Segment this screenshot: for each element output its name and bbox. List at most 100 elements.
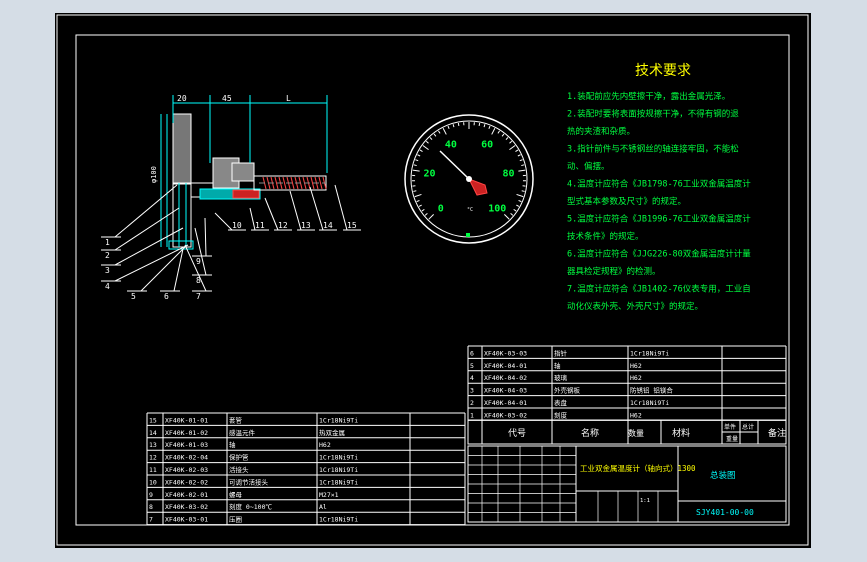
header-1: 名称 <box>581 427 599 439</box>
bom-cell-4-3: H62 <box>630 374 642 382</box>
balloon-11: 11 <box>255 221 265 230</box>
bom-cell-9-1: XF40K-02-01 <box>165 491 208 499</box>
header-2: 数量 <box>628 428 644 438</box>
balloon-12: 12 <box>278 221 288 230</box>
tech-line-6-2: 器具检定规程》的检测。 <box>567 266 661 277</box>
bom-cell-3-2: 外壳钢板 <box>554 386 581 395</box>
bom-cell-13-2: 轴 <box>229 440 236 449</box>
bom-cell-2-1: XF40K-04-01 <box>484 399 527 407</box>
dial-gauge: 0 20 40 60 80 100 °C <box>404 114 534 244</box>
tech-line-2-1: 2.装配时要将表面按规擦干净，不得有钢的退 <box>567 109 739 120</box>
balloon-6: 6 <box>164 292 169 301</box>
tech-requirements: 技术要求 1.装配前应先内壁擦干净，露出金属光泽。 2.装配时要将表面按规擦干净，… <box>567 63 751 312</box>
tech-line-7-2: 动化仪表外壳、外壳尺寸》的规定。 <box>567 301 703 312</box>
bom-cell-9-3: M27×1 <box>319 491 339 499</box>
bom-cell-5-0: 5 <box>470 362 474 370</box>
tech-line-1-1: 1.装配前应先内壁擦干净，露出金属光泽。 <box>567 91 730 102</box>
bom-cell-8-1: XF40K-03-02 <box>165 503 208 511</box>
section-view: 20 45 L φ100 12345 6 78910 11 12 13 14 15 <box>101 94 361 301</box>
bom-cell-14-2: 感温元件 <box>229 428 256 437</box>
balloon-2: 2 <box>105 251 110 260</box>
bom-cell-3-3: 防锈铝 铝镁合 <box>630 386 673 395</box>
balloon-3: 3 <box>105 266 110 275</box>
bom-cell-6-2: 指针 <box>554 348 568 357</box>
bom-cell-9-2: 螺母 <box>229 490 243 499</box>
bom-cell-4-1: XF40K-04-02 <box>484 374 527 382</box>
bom-cell-15-1: XF40K-01-01 <box>165 416 208 424</box>
tech-line-5-1: 5.温度计应符合《JB1996-76工业双金属温度计 <box>567 214 751 225</box>
bom-cell-6-0: 6 <box>470 349 474 357</box>
balloon-7: 7 <box>196 292 201 301</box>
needle-tail <box>467 178 488 196</box>
balloon-14: 14 <box>323 221 333 230</box>
tech-line-5-2: 技术条件》的规定。 <box>567 231 644 242</box>
case-body <box>172 113 192 185</box>
tech-line-4-2: 型式基本参数及尺寸》的规定。 <box>567 196 686 207</box>
drawing-number: SJY401-00-00 <box>696 508 754 517</box>
header-4: 单件 <box>724 423 736 431</box>
balloon-13: 13 <box>301 221 311 230</box>
bom-cell-11-2: 活接头 <box>229 465 249 474</box>
dim-phi: φ100 <box>150 166 158 183</box>
bom-cell-3-1: XF40K-04-03 <box>484 387 527 395</box>
bom-cell-1-3: H62 <box>630 411 642 419</box>
bom-cell-12-1: XF40K-02-04 <box>165 454 208 462</box>
bom-cell-6-1: XF40K-03-03 <box>484 349 527 357</box>
bom-cell-8-0: 8 <box>149 503 153 511</box>
gauge-needle <box>439 150 470 180</box>
gauge-label-20: 20 <box>423 169 435 180</box>
bom-cell-2-2: 表盘 <box>554 398 568 407</box>
bom-cell-5-3: H62 <box>630 362 642 370</box>
balloon-9: 9 <box>196 257 201 266</box>
gauge-label-80: 80 <box>502 169 514 180</box>
header-3: 材料 <box>672 427 690 439</box>
bom-cell-10-3: 1Cr18Ni9Ti <box>319 478 358 486</box>
gauge-label-0: 0 <box>438 203 444 214</box>
dim-20: 20 <box>177 94 187 103</box>
bom-cell-15-0: 15 <box>149 416 157 424</box>
title-block: 工业双金属温度计（轴向式）1300 总装图 SJY401-00-00 1:1 <box>467 445 787 523</box>
bom-cell-7-0: 7 <box>149 516 153 524</box>
bom-cell-10-1: XF40K-02-02 <box>165 478 208 486</box>
bom-cell-9-0: 9 <box>149 491 153 499</box>
tech-line-3-1: 3.指针前件与不锈钢丝的轴连接牢固，不能松 <box>567 144 739 155</box>
bom-cell-15-2: 套管 <box>229 415 243 424</box>
gauge-marker <box>466 233 470 237</box>
dim-l: L <box>286 94 291 103</box>
tech-line-6-1: 6.温度计应符合《JJG226-80双金属温度计计量 <box>567 249 751 260</box>
bom-cell-8-3: Al <box>319 503 327 511</box>
bom-cell-1-0: 1 <box>470 411 474 419</box>
bom-cell-5-2: 轴 <box>554 361 561 370</box>
tech-line-7-1: 7.温度计应符合《JB1402-76仪表专用，工业自 <box>567 284 751 295</box>
bom-cell-1-1: XF40K-03-02 <box>484 411 527 419</box>
unit-label: °C <box>467 207 473 213</box>
bom-cell-15-3: 1Cr18Ni9Ti <box>319 416 358 424</box>
bom-table-right: 6 XF40K-03-03 指针 1Cr18Ni9Ti 5 XF40K-04-01 轴 H62… <box>467 345 787 421</box>
case-lower <box>172 182 192 248</box>
gauge-label-100: 100 <box>488 203 506 214</box>
bom-cell-6-3: 1Cr18Ni9Ti <box>630 349 669 357</box>
bom-header: 代号 名称 数量 材料 单件 总计备注重量 <box>467 419 787 445</box>
bom-cell-7-3: 1Cr18Ni9Ti <box>319 516 358 524</box>
bom-cell-12-2: 保护管 <box>229 453 249 462</box>
header-weight: 重量 <box>726 435 738 443</box>
bom-cell-3-0: 3 <box>470 387 474 395</box>
bom-cell-7-1: XF40K-03-01 <box>165 516 208 524</box>
drawing-name: 总装图 <box>710 470 736 481</box>
bom-cell-8-2: 刻度 0~100℃ <box>229 502 272 511</box>
bom-cell-12-3: 1Cr18Ni9Ti <box>319 454 358 462</box>
bom-cell-11-3: 1Cr18Ni9Ti <box>319 466 358 474</box>
cad-drawing: 20 45 L φ100 12345 6 78910 11 12 13 14 15 02040… <box>56 14 809 546</box>
bom-cell-13-3: H62 <box>319 441 331 449</box>
bom-table-left: 15 XF40K-01-01 套管 1Cr18Ni9Ti 14 XF40K-01-02 感温… <box>146 412 466 526</box>
bom-cell-14-3: 热双金属 <box>319 428 345 437</box>
tech-line-4-1: 4.温度计应符合《JB1798-76工业双金属温度计 <box>567 179 751 190</box>
bom-cell-1-2: 刻度 <box>554 410 568 419</box>
bom-cell-11-0: 11 <box>149 466 157 474</box>
needle-hub <box>466 176 472 182</box>
header-5: 总计 <box>742 423 754 431</box>
dim-45: 45 <box>222 94 232 103</box>
bom-cell-14-1: XF40K-01-02 <box>165 429 208 437</box>
balloon-15: 15 <box>347 221 357 230</box>
drawing-sheet: 20 45 L φ100 1 2 3 4 5 6 7 8 9 10 11 12 13 14 15 0 20 40… <box>55 13 811 548</box>
